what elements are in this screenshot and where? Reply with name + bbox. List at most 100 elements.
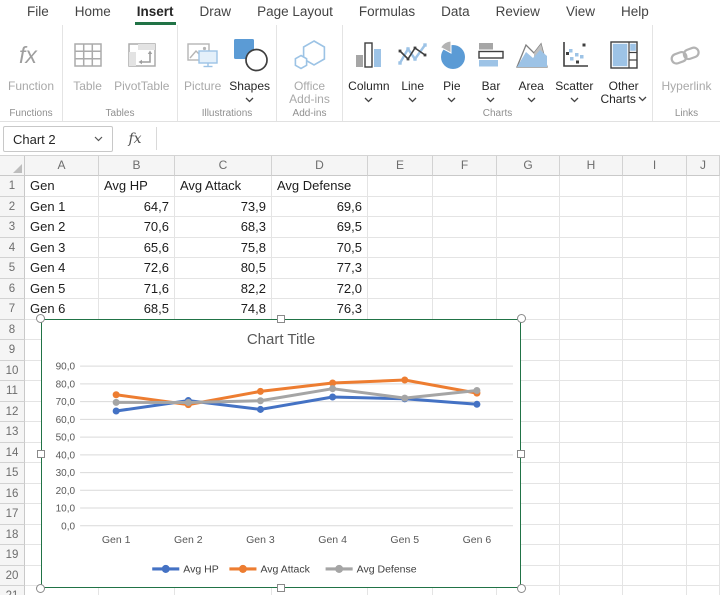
cell-I13[interactable] [623,422,687,443]
cell-H20[interactable] [560,566,623,587]
cell-D3[interactable]: 69,5 [272,217,368,238]
chart-resize-handle-top-right[interactable] [517,314,526,323]
cell-J3[interactable] [687,217,720,238]
cell-E1[interactable] [368,176,433,197]
row-header-19[interactable]: 19 [0,545,25,566]
cell-G2[interactable] [497,197,560,218]
cell-G7[interactable] [497,299,560,320]
cell-J15[interactable] [687,463,720,484]
cell-I4[interactable] [623,238,687,259]
cell-H2[interactable] [560,197,623,218]
cell-H4[interactable] [560,238,623,259]
cell-H15[interactable] [560,463,623,484]
cell-D5[interactable]: 77,3 [272,258,368,279]
name-box[interactable]: Chart 2 [3,126,113,152]
cell-H8[interactable] [560,320,623,341]
cell-H5[interactable] [560,258,623,279]
cell-I15[interactable] [623,463,687,484]
cell-J16[interactable] [687,484,720,505]
cell-B7[interactable]: 68,5 [99,299,175,320]
row-header-20[interactable]: 20 [0,566,25,587]
select-all-corner[interactable] [0,156,25,176]
col-header-H[interactable]: H [560,156,623,176]
row-header-8[interactable]: 8 [0,320,25,341]
cell-I19[interactable] [623,545,687,566]
chart-resize-handle-bottom-middle[interactable] [277,584,285,592]
area-chart-button[interactable]: Area [512,32,550,103]
pivottable-button[interactable]: PivotTable [112,32,171,93]
cell-D1[interactable]: Avg Defense [272,176,368,197]
cell-H21[interactable] [560,586,623,595]
row-header-12[interactable]: 12 [0,402,25,423]
cell-H7[interactable] [560,299,623,320]
tab-data[interactable]: Data [428,0,483,25]
cell-A2[interactable]: Gen 1 [25,197,99,218]
row-header-2[interactable]: 2 [0,197,25,218]
cell-I18[interactable] [623,525,687,546]
row-header-15[interactable]: 15 [0,463,25,484]
cell-J17[interactable] [687,504,720,525]
row-header-6[interactable]: 6 [0,279,25,300]
cell-E5[interactable] [368,258,433,279]
cell-D7[interactable]: 76,3 [272,299,368,320]
cell-E6[interactable] [368,279,433,300]
line-chart-button[interactable]: Line [395,32,431,103]
tab-file[interactable]: File [14,0,62,25]
shapes-button[interactable]: Shapes [227,32,272,103]
cell-B5[interactable]: 72,6 [99,258,175,279]
cell-J20[interactable] [687,566,720,587]
cell-I8[interactable] [623,320,687,341]
cell-J2[interactable] [687,197,720,218]
row-header-13[interactable]: 13 [0,422,25,443]
cell-G5[interactable] [497,258,560,279]
function-button[interactable]: fx Function [6,32,56,93]
chart-resize-handle-top-left[interactable] [36,314,45,323]
chart-resize-handle-top-middle[interactable] [277,315,285,323]
cell-I5[interactable] [623,258,687,279]
row-header-14[interactable]: 14 [0,443,25,464]
col-header-A[interactable]: A [25,156,99,176]
cell-H12[interactable] [560,402,623,423]
cell-I3[interactable] [623,217,687,238]
tab-draw[interactable]: Draw [187,0,245,25]
cell-C6[interactable]: 82,2 [175,279,272,300]
table-button[interactable]: Table [69,32,107,93]
cell-I1[interactable] [623,176,687,197]
tab-view[interactable]: View [553,0,608,25]
col-header-J[interactable]: J [687,156,720,176]
cell-A5[interactable]: Gen 4 [25,258,99,279]
cell-I6[interactable] [623,279,687,300]
cell-H1[interactable] [560,176,623,197]
cell-F1[interactable] [433,176,497,197]
cell-I11[interactable] [623,381,687,402]
formula-input[interactable] [160,122,720,155]
cell-J11[interactable] [687,381,720,402]
scatter-chart-button[interactable]: Scatter [553,32,595,103]
cell-F3[interactable] [433,217,497,238]
cell-C3[interactable]: 68,3 [175,217,272,238]
cell-C2[interactable]: 73,9 [175,197,272,218]
cell-H18[interactable] [560,525,623,546]
cell-H3[interactable] [560,217,623,238]
chart-resize-handle-middle-left[interactable] [37,450,45,458]
cell-C5[interactable]: 80,5 [175,258,272,279]
col-header-F[interactable]: F [433,156,497,176]
cell-A1[interactable]: Gen [25,176,99,197]
cell-H19[interactable] [560,545,623,566]
cell-I17[interactable] [623,504,687,525]
cell-F6[interactable] [433,279,497,300]
hyperlink-button[interactable]: Hyperlink [659,32,713,93]
chart-resize-handle-bottom-left[interactable] [36,584,45,593]
row-header-3[interactable]: 3 [0,217,25,238]
tab-insert[interactable]: Insert [124,0,187,25]
cell-F5[interactable] [433,258,497,279]
cell-F4[interactable] [433,238,497,259]
tab-review[interactable]: Review [483,0,553,25]
cell-B3[interactable]: 70,6 [99,217,175,238]
cell-A6[interactable]: Gen 5 [25,279,99,300]
col-header-C[interactable]: C [175,156,272,176]
cell-A4[interactable]: Gen 3 [25,238,99,259]
cell-H13[interactable] [560,422,623,443]
picture-button[interactable]: Picture [182,32,223,93]
cell-J14[interactable] [687,443,720,464]
